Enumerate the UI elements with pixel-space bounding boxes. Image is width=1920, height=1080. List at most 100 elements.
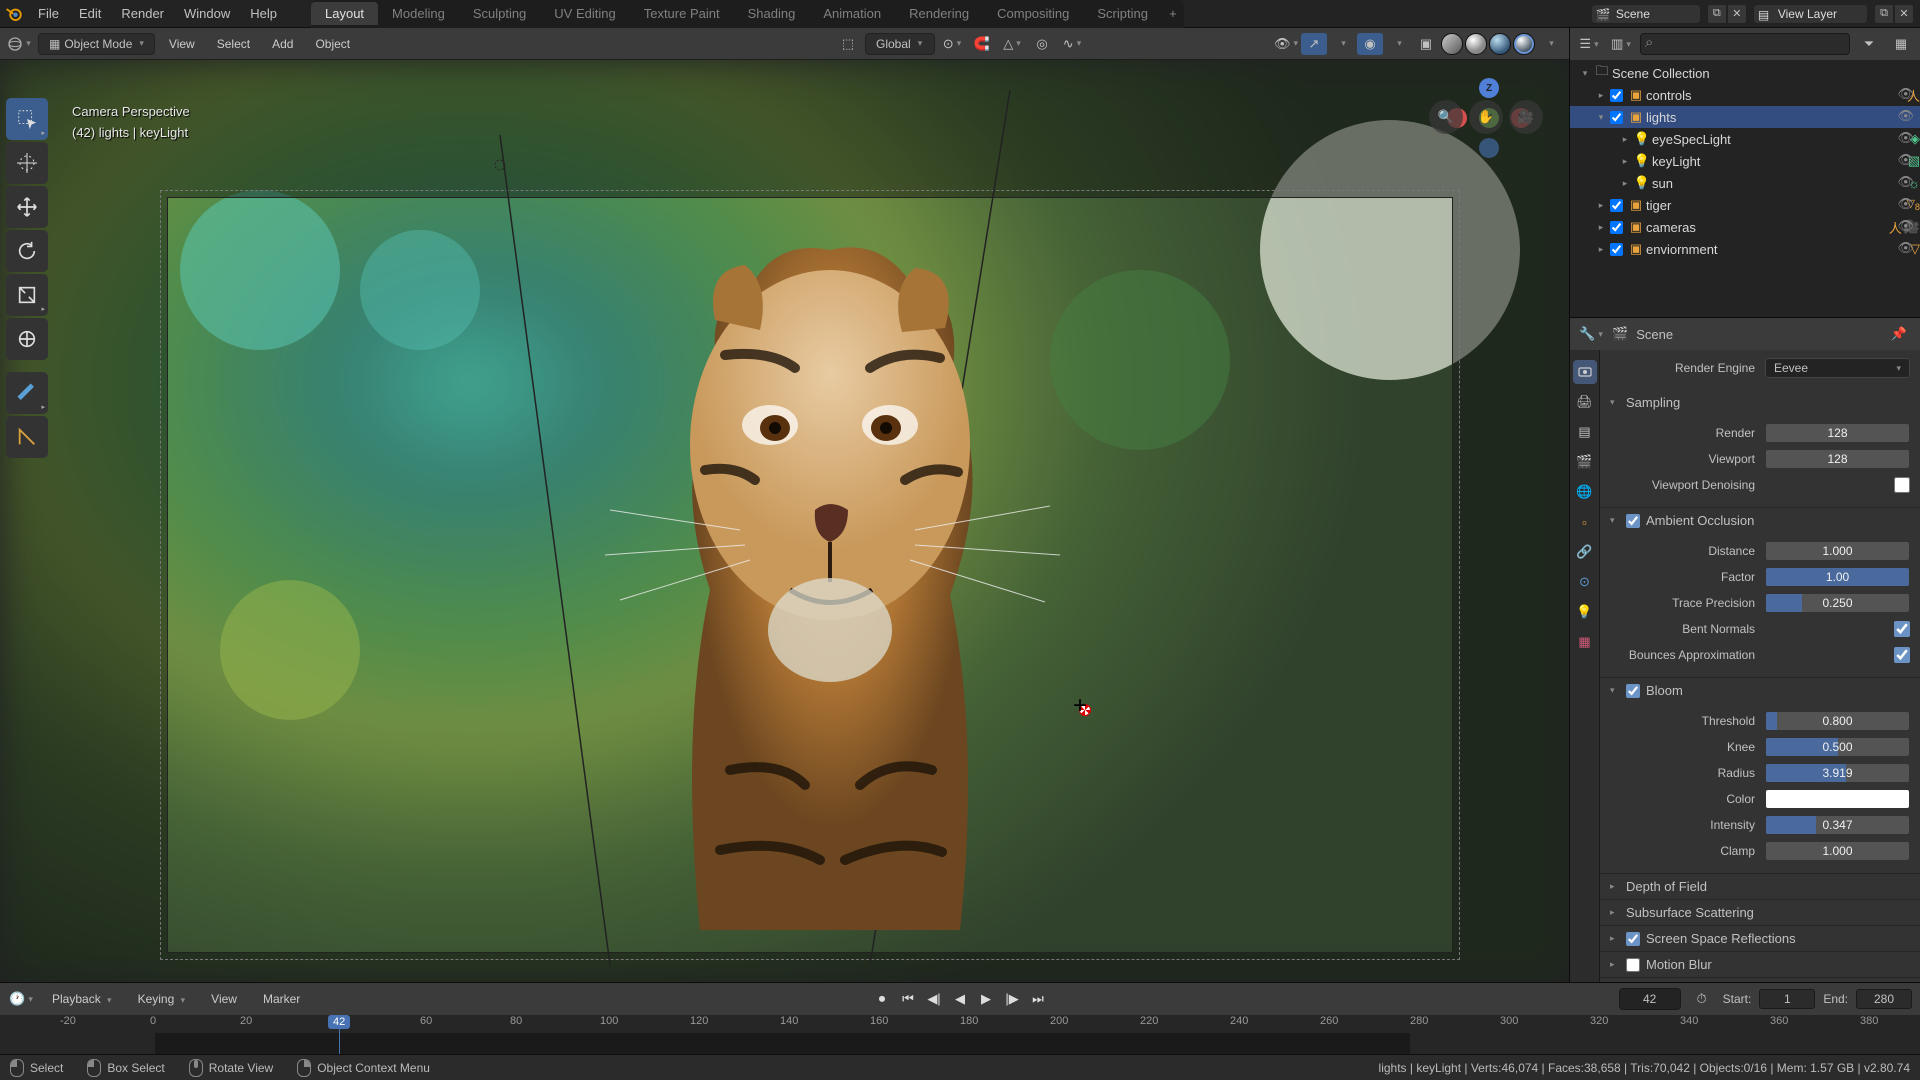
- bloom-knee-field[interactable]: 0.500: [1765, 737, 1910, 757]
- sampling-viewport-field[interactable]: 128: [1765, 449, 1910, 469]
- prop-tab-constraints[interactable]: 🔗: [1573, 540, 1597, 564]
- outliner-row-eyespeclight[interactable]: ▸💡 eyeSpecLight ◈ 👁: [1570, 128, 1920, 150]
- viewport-denoise-checkbox[interactable]: [1894, 477, 1910, 493]
- collection-checkbox[interactable]: [1610, 243, 1623, 256]
- snap-toggle-icon[interactable]: 🧲: [969, 33, 995, 55]
- outliner-search-input[interactable]: [1640, 33, 1850, 55]
- current-frame-field[interactable]: 42: [1619, 988, 1681, 1010]
- gizmo-toggle-icon[interactable]: ↗: [1301, 33, 1327, 55]
- menu-render[interactable]: Render: [111, 0, 174, 28]
- eye-icon[interactable]: 👁: [1897, 130, 1914, 146]
- prop-tab-world[interactable]: 🌐: [1573, 480, 1597, 504]
- auto-key-icon[interactable]: ⏺: [871, 988, 893, 1010]
- visibility-icon[interactable]: 👁▾: [1273, 33, 1299, 55]
- tool-cursor[interactable]: [6, 142, 48, 184]
- jump-start-icon[interactable]: ⏮: [897, 988, 919, 1010]
- panel-motion-blur[interactable]: ▸Motion Blur: [1600, 952, 1920, 977]
- overlay-toggle-icon[interactable]: ◉: [1357, 33, 1383, 55]
- prop-tab-viewlayer[interactable]: ▤: [1573, 420, 1597, 444]
- scene-collection-row[interactable]: ▾🗀 Scene Collection: [1570, 62, 1920, 84]
- tool-measure[interactable]: [6, 416, 48, 458]
- shading-wireframe-icon[interactable]: [1441, 33, 1463, 55]
- play-reverse-icon[interactable]: ◀: [949, 988, 971, 1010]
- eye-icon[interactable]: 👁: [1897, 108, 1914, 124]
- menu-window[interactable]: Window: [174, 0, 240, 28]
- bloom-clamp-field[interactable]: 1.000: [1765, 841, 1910, 861]
- bloom-color-field[interactable]: [1765, 789, 1910, 809]
- prop-tab-texture[interactable]: ▦: [1573, 630, 1597, 654]
- xray-icon[interactable]: ▣: [1413, 33, 1439, 55]
- view-layer-selector[interactable]: ▤ View Layer: [1753, 4, 1868, 24]
- viewport-menu-add[interactable]: Add: [264, 35, 301, 53]
- nav-pan-icon[interactable]: ✋: [1469, 100, 1503, 134]
- outliner-new-collection-icon[interactable]: ▦: [1888, 33, 1914, 55]
- menu-edit[interactable]: Edit: [69, 0, 111, 28]
- proportional-edit-icon[interactable]: ◎: [1029, 33, 1055, 55]
- shading-options-icon[interactable]: ▾: [1537, 33, 1563, 55]
- scene-selector[interactable]: 🎬 Scene: [1591, 4, 1701, 24]
- outliner-row-lights[interactable]: ▾ ▣ lights 👁: [1570, 106, 1920, 128]
- axis-neg-z[interactable]: [1479, 138, 1499, 158]
- scene-copy-button[interactable]: ⧉: [1707, 4, 1727, 24]
- tool-rotate[interactable]: [6, 230, 48, 272]
- timeline-ruler[interactable]: -200204060801001201401601802002202402602…: [0, 1015, 1920, 1054]
- outliner-row-cameras[interactable]: ▸ ▣ cameras 人 🎥 👁: [1570, 216, 1920, 238]
- eye-icon[interactable]: 👁: [1897, 86, 1914, 102]
- ao-distance-field[interactable]: 1.000: [1765, 541, 1910, 561]
- snap-options-icon[interactable]: △▾: [999, 33, 1025, 55]
- viewport-menu-view[interactable]: View: [161, 35, 203, 53]
- pivot-icon[interactable]: ⊙▾: [939, 33, 965, 55]
- playhead[interactable]: 42: [339, 1015, 340, 1054]
- bloom-enable-checkbox[interactable]: [1626, 684, 1640, 698]
- outliner-display-icon[interactable]: ▥▾: [1608, 33, 1634, 55]
- add-workspace-button[interactable]: +: [1162, 6, 1184, 21]
- gizmo-options-icon[interactable]: ▾: [1329, 33, 1355, 55]
- axis-z[interactable]: Z: [1479, 78, 1499, 98]
- timeline-editor-icon[interactable]: 🕐▾: [8, 988, 34, 1010]
- panel-dof[interactable]: ▸Depth of Field: [1600, 874, 1920, 899]
- ssr-checkbox[interactable]: [1626, 932, 1640, 946]
- eye-icon[interactable]: 👁: [1897, 152, 1914, 168]
- ao-bounces-checkbox[interactable]: [1894, 647, 1910, 663]
- panel-sss[interactable]: ▸Subsurface Scattering: [1600, 900, 1920, 925]
- blender-logo-icon[interactable]: [0, 0, 28, 28]
- viewport-menu-object[interactable]: Object: [307, 35, 358, 53]
- tab-scripting[interactable]: Scripting: [1083, 2, 1162, 25]
- outliner-row-environment[interactable]: ▸ ▣ enviornment ▽ 👁: [1570, 238, 1920, 260]
- end-frame-field[interactable]: 280: [1856, 989, 1912, 1009]
- prop-tab-object[interactable]: ▫: [1573, 510, 1597, 534]
- editor-type-icon[interactable]: ▾: [6, 33, 32, 55]
- shading-rendered-icon[interactable]: [1513, 33, 1535, 55]
- outliner-tree[interactable]: ▾🗀 Scene Collection ▸ ▣ controls 人 👁 ▾ ▣…: [1570, 60, 1920, 317]
- orientation-icon[interactable]: ⬚: [835, 33, 861, 55]
- sampling-render-field[interactable]: 128: [1765, 423, 1910, 443]
- tab-animation[interactable]: Animation: [809, 2, 895, 25]
- viewport-3d[interactable]: Camera Perspective (42) lights | keyLigh…: [0, 60, 1569, 982]
- tab-shading[interactable]: Shading: [734, 2, 810, 25]
- eye-icon[interactable]: 👁: [1897, 174, 1914, 190]
- shading-solid-icon[interactable]: [1465, 33, 1487, 55]
- timeline-menu-view[interactable]: View: [203, 990, 245, 1008]
- panel-ao[interactable]: ▾Ambient Occlusion: [1600, 508, 1920, 533]
- eye-icon[interactable]: 👁: [1897, 196, 1914, 212]
- mode-selector[interactable]: ▦ Object Mode ▾: [38, 33, 155, 55]
- motion-blur-checkbox[interactable]: [1626, 958, 1640, 972]
- jump-end-icon[interactable]: ⏭: [1027, 988, 1049, 1010]
- render-engine-select[interactable]: Eevee▾: [1765, 358, 1910, 378]
- prop-tab-render[interactable]: [1573, 360, 1597, 384]
- prop-tab-output[interactable]: 🖨: [1573, 390, 1597, 414]
- outliner-row-keylight[interactable]: ▸💡 keyLight ▧ 👁: [1570, 150, 1920, 172]
- preview-range-icon[interactable]: ⏱: [1689, 988, 1715, 1010]
- prop-tab-physics[interactable]: ⊙: [1573, 570, 1597, 594]
- next-key-icon[interactable]: |▶: [1001, 988, 1023, 1010]
- ao-trace-field[interactable]: 0.250: [1765, 593, 1910, 613]
- collection-checkbox[interactable]: [1610, 111, 1623, 124]
- tab-layout[interactable]: Layout: [311, 2, 378, 25]
- tab-texture-paint[interactable]: Texture Paint: [630, 2, 734, 25]
- bloom-intensity-field[interactable]: 0.347: [1765, 815, 1910, 835]
- ao-bent-checkbox[interactable]: [1894, 621, 1910, 637]
- panel-ssr[interactable]: ▸Screen Space Reflections: [1600, 926, 1920, 951]
- outliner-row-controls[interactable]: ▸ ▣ controls 人 👁: [1570, 84, 1920, 106]
- collection-checkbox[interactable]: [1610, 221, 1623, 234]
- tool-select-box[interactable]: ▸: [6, 98, 48, 140]
